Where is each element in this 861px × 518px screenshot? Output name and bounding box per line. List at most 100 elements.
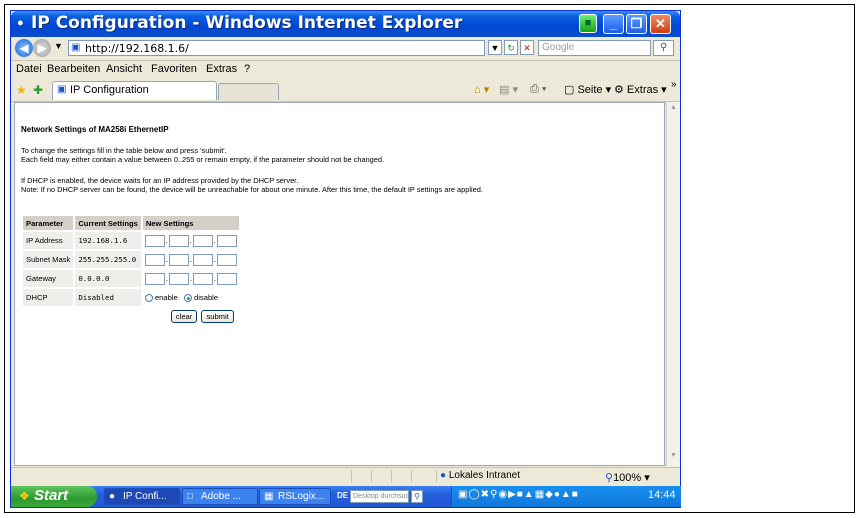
- ie-task-icon: ●: [109, 491, 116, 502]
- window-title: IP Configuration - Windows Internet Expl…: [31, 13, 463, 33]
- ip-octet-1-input[interactable]: [144, 234, 165, 247]
- new-subnet-mask: ...: [142, 251, 239, 268]
- task-ie-label: IP Confi...: [123, 491, 167, 502]
- menu-favoriten[interactable]: Favoriten: [151, 63, 197, 75]
- zoom-control[interactable]: ⚲100% ▾: [605, 471, 650, 484]
- mask-octet-1-input[interactable]: [144, 253, 165, 266]
- print-icon[interactable]: ⎙ ▾: [530, 83, 546, 96]
- gw-octet-2-input[interactable]: [168, 272, 189, 285]
- minimize-button[interactable]: _: [603, 14, 624, 34]
- desktop-search-icon[interactable]: ⚲: [411, 490, 423, 503]
- gw-octet-1-input[interactable]: [144, 272, 165, 285]
- browser-window: ● IP Configuration - Windows Internet Ex…: [10, 10, 681, 508]
- menu-ansicht[interactable]: Ansicht: [106, 63, 142, 75]
- table-button-row: clear submit: [23, 308, 239, 325]
- status-bar: ● Lokales Intranet ⚲100% ▾: [11, 467, 680, 486]
- start-label: Start: [34, 487, 69, 504]
- dhcp-enable-radio[interactable]: [144, 293, 153, 302]
- ie-icon: ●: [17, 17, 24, 29]
- menu-bar: Datei Bearbeiten Ansicht Favoriten Extra…: [11, 61, 680, 79]
- vertical-scrollbar[interactable]: ▲ ▼: [666, 102, 680, 466]
- title-bar[interactable]: ● IP Configuration - Windows Internet Ex…: [11, 11, 680, 37]
- clear-button[interactable]: clear: [170, 310, 198, 323]
- gw-octet-4-input[interactable]: [216, 272, 237, 285]
- menu-datei[interactable]: Datei: [16, 63, 42, 75]
- menu-bearbeiten[interactable]: Bearbeiten: [47, 63, 100, 75]
- page-menu[interactable]: ▢ Seite ▾: [564, 83, 611, 96]
- desktop-search-input[interactable]: Desktop durchsuchen: [350, 490, 409, 503]
- start-button[interactable]: ❖ Start: [11, 486, 97, 507]
- add-favorite-icon[interactable]: ✚: [33, 83, 43, 97]
- task-ie[interactable]: ● IP Confi...: [104, 488, 180, 505]
- mask-octet-2-input[interactable]: [168, 253, 189, 266]
- address-dropdown-icon[interactable]: ▼: [488, 40, 502, 55]
- current-gateway: 0.0.0.0: [75, 270, 141, 287]
- windows-flag-icon: ❖: [19, 489, 30, 503]
- system-tray: ▣◯✖⚲◉▶■▲▦◆●▲■ 14:44: [451, 486, 681, 507]
- gw-octet-3-input[interactable]: [192, 272, 213, 285]
- more-commands-icon[interactable]: »: [671, 79, 677, 90]
- favorites-star-icon[interactable]: ★: [16, 83, 27, 97]
- forward-button[interactable]: ▶: [33, 39, 51, 57]
- new-gateway: ...: [142, 270, 239, 287]
- adobe-task-icon: □: [187, 491, 194, 502]
- tab-page-icon: ▣: [57, 84, 67, 95]
- app-tray-icon[interactable]: ■: [579, 14, 597, 33]
- menu-help[interactable]: ?: [244, 63, 250, 75]
- page-heading: Network Settings of MA258i EthernetIP: [21, 125, 169, 134]
- rslogix-task-icon: ▦: [264, 491, 274, 502]
- maximize-button[interactable]: ❐: [626, 14, 647, 34]
- current-ip-address: 192.168.1.6: [75, 232, 141, 249]
- dhcp-line-1: If DHCP is enabled, the device waits for…: [21, 176, 299, 185]
- back-button[interactable]: ◀: [15, 39, 33, 57]
- url-text: http://192.168.1.6/: [85, 42, 189, 55]
- intro-line-2: Each field may either contain a value be…: [21, 155, 385, 164]
- task-adobe[interactable]: □ Adobe ...: [182, 488, 258, 505]
- refresh-icon[interactable]: ↻: [504, 40, 518, 55]
- table-header-row: Parameter Current Settings New Settings: [23, 216, 239, 230]
- new-dhcp: enable disable: [142, 289, 239, 306]
- zone-label: Lokales Intranet: [448, 470, 520, 481]
- table-row: DHCP Disabled enable disable: [23, 289, 239, 306]
- header-parameter: Parameter: [23, 216, 74, 230]
- language-indicator[interactable]: DE: [337, 491, 348, 500]
- param-dhcp: DHCP: [23, 289, 74, 306]
- mask-octet-3-input[interactable]: [192, 253, 213, 266]
- ip-octet-4-input[interactable]: [216, 234, 237, 247]
- param-subnet-mask: Subnet Mask: [23, 251, 74, 268]
- page-icon: ▣: [71, 42, 81, 53]
- submit-button[interactable]: submit: [201, 310, 234, 323]
- dhcp-disable-radio[interactable]: [183, 293, 192, 302]
- tools-menu-label: Extras: [626, 84, 659, 96]
- tab-ip-configuration[interactable]: ▣ IP Configuration: [52, 81, 217, 100]
- feeds-icon[interactable]: ▤ ▾: [499, 83, 518, 96]
- mask-octet-4-input[interactable]: [216, 253, 237, 266]
- ip-octet-2-input[interactable]: [168, 234, 189, 247]
- scroll-down-icon[interactable]: ▼: [668, 452, 679, 464]
- new-tab-button[interactable]: [218, 83, 279, 100]
- close-button[interactable]: ✕: [650, 14, 671, 34]
- address-toolbar: ◀ ▶ ▼ ▣ http://192.168.1.6/ ▼ ↻ ✕ Google…: [11, 37, 680, 61]
- page-menu-label: Seite: [577, 84, 603, 96]
- tools-menu[interactable]: ⚙ Extras ▾: [614, 83, 667, 96]
- page-content: Network Settings of MA258i EthernetIP To…: [14, 102, 665, 466]
- tab-bar: ★ ✚ ▣ IP Configuration ⌂ ▾ ▤ ▾ ⎙ ▾ ▢ Sei…: [11, 79, 680, 102]
- address-input[interactable]: ▣ http://192.168.1.6/: [68, 40, 485, 56]
- history-dropdown-icon[interactable]: ▼: [54, 41, 63, 51]
- param-gateway: Gateway: [23, 270, 74, 287]
- dhcp-line-2: Note: If no DHCP server can be found, th…: [21, 185, 483, 194]
- current-dhcp: Disabled: [75, 289, 141, 306]
- search-icon[interactable]: ⚲: [653, 40, 674, 56]
- home-icon[interactable]: ⌂ ▾: [474, 83, 489, 96]
- tray-icons[interactable]: ▣◯✖⚲◉▶■▲▦◆●▲■: [458, 489, 579, 500]
- search-input[interactable]: Google: [538, 40, 651, 56]
- new-ip-address: ...: [142, 232, 239, 249]
- task-rslogix[interactable]: ▦ RSLogix...: [259, 488, 331, 505]
- menu-extras[interactable]: Extras: [206, 63, 237, 75]
- table-row: Subnet Mask 255.255.255.0 ...: [23, 251, 239, 268]
- ip-octet-3-input[interactable]: [192, 234, 213, 247]
- taskbar: ❖ Start ● IP Confi... □ Adobe ... ▦ RSLo…: [11, 486, 681, 507]
- param-ip-address: IP Address: [23, 232, 74, 249]
- stop-icon[interactable]: ✕: [520, 40, 534, 55]
- scroll-up-icon[interactable]: ▲: [668, 104, 679, 116]
